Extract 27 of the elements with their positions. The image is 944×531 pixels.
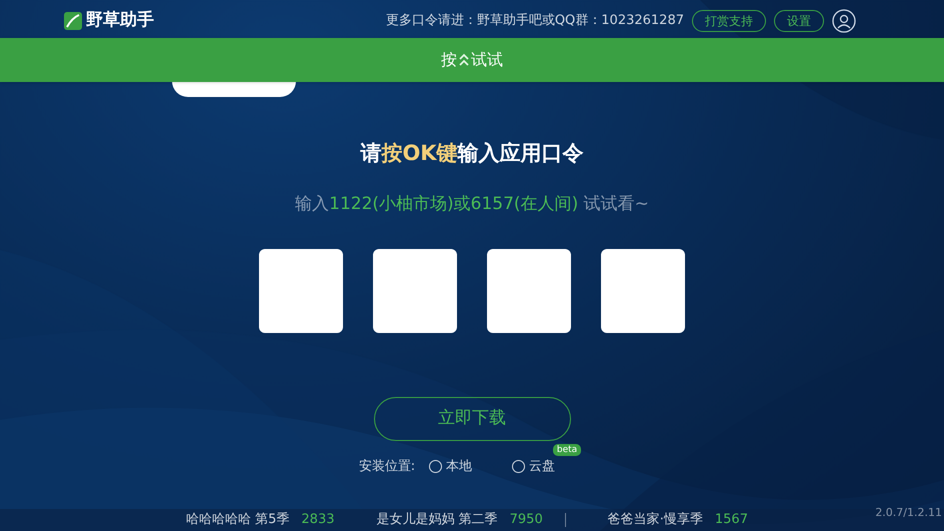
leaf-logo-icon — [64, 12, 82, 30]
beta-badge: beta — [552, 444, 582, 456]
toast-text: 按 — [441, 49, 457, 71]
view-count: 1567 — [714, 511, 748, 530]
code-input-box[interactable] — [373, 249, 457, 333]
notice-text: 更多口令请进：野草助手吧或QQ群：1023261287 — [386, 12, 684, 30]
version-text: 2.0.7/1.2.11 — [875, 505, 942, 521]
user-icon[interactable] — [832, 9, 856, 33]
selected-tab[interactable] — [172, 81, 296, 97]
show-title[interactable]: 爸爸当家·慢享季 — [608, 510, 703, 530]
instruction-title: 请按OK键输入应用口令 — [359, 140, 585, 167]
code-input-box[interactable] — [259, 249, 343, 333]
code-input-box[interactable] — [487, 249, 571, 333]
toast-text: 试试 — [471, 49, 503, 71]
location-label: 安装位置: — [358, 458, 416, 476]
view-count: 7950 — [510, 511, 543, 530]
hint-text: 输入1122(小柚市场)或6157(在人间) 试试看~ — [294, 192, 650, 216]
radio-option[interactable]: 本地 — [429, 457, 472, 476]
app-name: 野草助手 — [86, 9, 154, 32]
download-button[interactable]: 立即下载 — [374, 397, 570, 441]
code-input-box[interactable] — [601, 249, 685, 333]
show-title[interactable]: 是女儿是妈妈 第二季 — [376, 510, 498, 530]
double-chevron-up-icon — [458, 53, 470, 67]
view-count: 2833 — [301, 511, 334, 530]
header-button[interactable]: 打赏支持 — [692, 10, 766, 32]
show-title[interactable]: 哈哈哈哈哈 第5季 — [186, 510, 290, 530]
header-button[interactable]: 设置 — [774, 10, 824, 32]
